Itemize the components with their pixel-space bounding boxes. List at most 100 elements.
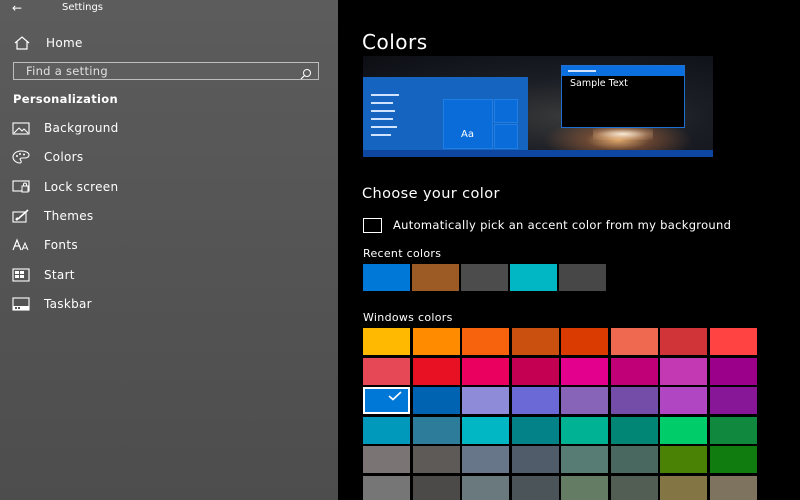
- recent-color-swatch[interactable]: [559, 264, 606, 291]
- color-swatch[interactable]: [561, 328, 608, 355]
- preview-wallpaper-highlight: [593, 128, 653, 140]
- preview-tile: [443, 99, 493, 149]
- search-icon[interactable]: [300, 65, 312, 84]
- preview-list-line: [371, 94, 399, 96]
- color-swatch[interactable]: [610, 475, 658, 500]
- color-swatch[interactable]: [462, 416, 509, 444]
- color-swatch[interactable]: [660, 328, 707, 355]
- section-title: Personalization: [13, 92, 118, 106]
- color-swatch[interactable]: [709, 357, 757, 385]
- sidebar-item-label: Background: [44, 121, 119, 135]
- search-input[interactable]: Find a setting: [26, 64, 108, 78]
- color-swatch[interactable]: [462, 387, 509, 414]
- preview-start-menu: Aa: [363, 77, 528, 152]
- color-swatch[interactable]: [709, 475, 757, 500]
- preview-tile-label: Aa: [461, 129, 474, 140]
- sidebar-item-taskbar[interactable]: Taskbar: [12, 295, 92, 313]
- windows-colors-heading: Windows colors: [363, 311, 453, 324]
- color-swatch-selected[interactable]: [363, 387, 410, 414]
- color-swatch[interactable]: [660, 446, 707, 473]
- color-swatch[interactable]: [462, 328, 509, 355]
- recent-colors-row: [363, 264, 606, 291]
- preview-tile: [494, 99, 518, 123]
- preview-list-line: [371, 118, 393, 120]
- sidebar-item-label: Start: [44, 268, 75, 282]
- preview-list-line: [371, 126, 397, 128]
- choose-color-heading: Choose your color: [362, 186, 500, 202]
- color-swatch[interactable]: [709, 416, 757, 444]
- color-swatch[interactable]: [412, 328, 460, 355]
- color-swatch[interactable]: [561, 475, 608, 500]
- color-preview: Aa Sample Text: [363, 56, 713, 157]
- color-swatch[interactable]: [660, 387, 707, 414]
- color-swatch[interactable]: [511, 475, 559, 500]
- color-swatch[interactable]: [610, 357, 658, 385]
- search-box[interactable]: Find a setting: [13, 62, 319, 80]
- color-swatch[interactable]: [561, 387, 608, 414]
- color-swatch[interactable]: [462, 446, 509, 473]
- sidebar-item-fonts[interactable]: Fonts: [12, 236, 78, 254]
- recent-colors-heading: Recent colors: [363, 247, 442, 260]
- color-swatch[interactable]: [610, 387, 658, 414]
- color-swatch[interactable]: [511, 328, 559, 355]
- color-swatch[interactable]: [412, 357, 460, 385]
- color-swatch[interactable]: [610, 416, 658, 444]
- recent-color-swatch[interactable]: [412, 264, 459, 291]
- color-swatch[interactable]: [412, 387, 460, 414]
- color-swatch[interactable]: [511, 387, 559, 414]
- picture-icon: [12, 120, 32, 136]
- color-swatch[interactable]: [363, 446, 410, 473]
- preview-taskbar: [363, 150, 713, 157]
- color-swatch[interactable]: [610, 328, 658, 355]
- taskbar-icon: [12, 296, 32, 312]
- color-swatch[interactable]: [511, 416, 559, 444]
- checkmark-icon: [388, 391, 402, 401]
- recent-color-swatch[interactable]: [363, 264, 410, 291]
- color-swatch[interactable]: [511, 357, 559, 385]
- color-swatch[interactable]: [610, 446, 658, 473]
- sidebar-item-start[interactable]: Start: [12, 266, 75, 284]
- page-title: Colors: [362, 30, 428, 54]
- sidebar-item-themes[interactable]: Themes: [12, 207, 93, 225]
- color-swatch[interactable]: [412, 446, 460, 473]
- color-swatch[interactable]: [709, 387, 757, 414]
- color-swatch[interactable]: [363, 416, 410, 444]
- recent-color-swatch[interactable]: [510, 264, 557, 291]
- color-swatch[interactable]: [709, 446, 757, 473]
- color-swatch[interactable]: [363, 475, 410, 500]
- color-swatch[interactable]: [511, 446, 559, 473]
- home-link[interactable]: Home: [14, 34, 83, 52]
- auto-pick-checkbox[interactable]: [363, 217, 382, 233]
- sidebar-item-label: Taskbar: [44, 297, 92, 311]
- app-title: Settings: [62, 2, 104, 13]
- color-swatch[interactable]: [462, 357, 509, 385]
- color-swatch[interactable]: [660, 416, 707, 444]
- color-swatch[interactable]: [363, 328, 410, 355]
- sidebar-item-lock-screen[interactable]: Lock screen: [12, 178, 118, 196]
- color-swatch[interactable]: [561, 446, 608, 473]
- sidebar-item-background[interactable]: Background: [12, 119, 119, 137]
- color-swatch[interactable]: [709, 328, 757, 355]
- color-swatch[interactable]: [363, 357, 410, 385]
- color-swatch[interactable]: [660, 475, 707, 500]
- preview-window-titlebar: [562, 66, 684, 76]
- preview-sample-text: Sample Text: [570, 78, 628, 89]
- color-swatch[interactable]: [561, 416, 608, 444]
- auto-pick-option[interactable]: Automatically pick an accent color from …: [363, 217, 731, 233]
- sidebar-item-label: Lock screen: [44, 180, 119, 194]
- brush-icon: [12, 208, 32, 224]
- recent-color-swatch[interactable]: [461, 264, 508, 291]
- sidebar-item-colors[interactable]: Colors: [12, 148, 83, 166]
- title-bar: ← Settings: [0, 0, 338, 18]
- color-swatch[interactable]: [412, 416, 460, 444]
- color-swatch[interactable]: [561, 357, 608, 385]
- palette-icon: [12, 149, 32, 165]
- color-swatch[interactable]: [412, 475, 460, 500]
- color-swatch[interactable]: [660, 357, 707, 385]
- color-swatch[interactable]: [462, 475, 509, 500]
- sidebar-item-label: Colors: [44, 150, 84, 164]
- main-content: Colors Aa Sample Text Choose your color: [338, 0, 800, 500]
- preview-list-line: [371, 110, 395, 112]
- back-button[interactable]: ←: [12, 0, 22, 16]
- preview-list-line: [371, 102, 393, 104]
